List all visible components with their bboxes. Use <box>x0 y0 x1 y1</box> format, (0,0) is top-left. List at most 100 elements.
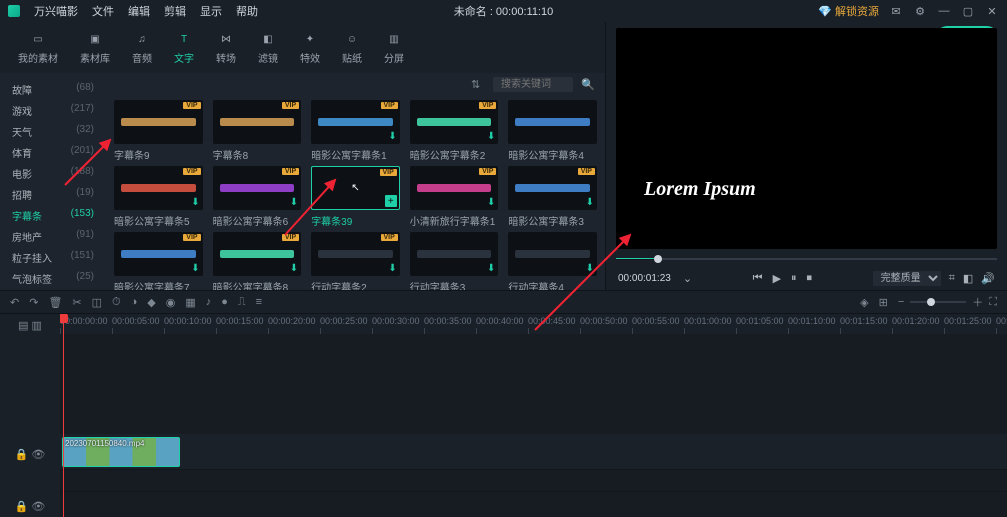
sidebar-item-气泡标签[interactable]: 气泡标签(25) <box>0 268 106 289</box>
asset-thumbnail[interactable]: VIP⬇ <box>410 100 499 144</box>
asset-thumbnail[interactable]: VIP⬇ <box>213 232 302 276</box>
asset-card[interactable]: VIP⬇暗影公寓字幕条5 <box>114 166 203 228</box>
search-input[interactable] <box>493 77 573 92</box>
download-icon[interactable]: ⬇ <box>586 197 594 208</box>
sidebar-item-故障[interactable]: 故障(68) <box>0 79 106 100</box>
download-icon[interactable]: ⬇ <box>586 263 594 274</box>
tab-audio[interactable]: ♫音频 <box>128 28 156 67</box>
sidebar-item-卡通校园[interactable]: 卡通校园(134) <box>0 289 106 290</box>
snapshot-icon[interactable]: ⌗ <box>949 272 955 285</box>
menu-edit[interactable]: 编辑 <box>128 3 150 19</box>
audio-track-1[interactable] <box>60 470 1007 492</box>
min-icon[interactable]: — <box>937 4 951 18</box>
quality-select[interactable]: 完整质量 <box>873 271 941 286</box>
snap-icon[interactable]: ⊞ <box>879 296 888 309</box>
chroma-icon[interactable]: ◉ <box>166 296 176 309</box>
menu-help[interactable]: 帮助 <box>236 3 258 19</box>
speed-icon[interactable]: ⏱ <box>112 296 121 309</box>
asset-card[interactable]: VIP⬇暗影公寓字幕条6 <box>213 166 302 228</box>
asset-thumbnail[interactable]: ⬇ <box>508 232 597 276</box>
zoom-out-icon[interactable]: − <box>898 296 904 308</box>
sidebar-item-体育[interactable]: 体育(201) <box>0 142 106 163</box>
asset-card[interactable]: VIP⬇暗影公寓字幕条3 <box>508 166 597 228</box>
asset-card[interactable]: 暗影公寓字幕条4 <box>508 100 597 162</box>
preview-viewport[interactable]: Lorem Ipsum <box>616 28 997 249</box>
prev-frame-icon[interactable]: ⏮ <box>753 272 763 285</box>
download-icon[interactable]: ⬇ <box>388 263 396 274</box>
download-icon[interactable]: ⬇ <box>191 263 199 274</box>
cut-icon[interactable]: ✂ <box>72 296 81 309</box>
asset-card[interactable]: ⬇行动字幕条3 <box>410 232 499 290</box>
asset-card[interactable]: VIP⬇小清新旅行字幕条1 <box>410 166 499 228</box>
download-icon[interactable]: ⬇ <box>290 197 298 208</box>
download-icon[interactable]: ⬇ <box>191 197 199 208</box>
download-icon[interactable]: ⬇ <box>388 131 396 142</box>
time-ruler[interactable]: 00:00:00:0000:00:05:0000:00:10:0000:00:1… <box>60 314 1007 334</box>
asset-card[interactable]: VIP⬇暗影公寓字幕条1 <box>311 100 400 162</box>
preview-progress[interactable] <box>616 251 997 267</box>
menu-view[interactable]: 显示 <box>200 3 222 19</box>
asset-card[interactable]: VIP⬇暗影公寓字幕条7 <box>114 232 203 290</box>
asset-grid[interactable]: VIP字幕条9VIP字幕条8VIP⬇暗影公寓字幕条1VIP⬇暗影公寓字幕条2暗影… <box>106 96 605 290</box>
asset-thumbnail[interactable]: VIP⬇ <box>311 100 400 144</box>
tab-effect[interactable]: ✦特效 <box>296 28 324 67</box>
download-icon[interactable]: ⬇ <box>290 263 298 274</box>
asset-thumbnail[interactable]: VIP⬇ <box>114 166 203 210</box>
asset-thumbnail[interactable]: VIP⬇ <box>213 166 302 210</box>
sidebar-item-电影[interactable]: 电影(188) <box>0 163 106 184</box>
pause-icon[interactable]: ⏸ <box>791 272 797 285</box>
message-icon[interactable]: ✉ <box>889 4 903 18</box>
timeline[interactable]: ▤ ▥ 🔒 👁 🔒 👁 00:00:00:0000:00:05:0000:00:… <box>0 314 1007 517</box>
asset-thumbnail[interactable]: VIP⬇ <box>114 232 203 276</box>
sidebar-item-天气[interactable]: 天气(32) <box>0 121 106 142</box>
unlock-resources-button[interactable]: 💎 解锁资源 <box>818 3 879 19</box>
asset-thumbnail[interactable] <box>508 100 597 144</box>
delete-icon[interactable]: 🗑 <box>48 296 62 309</box>
tab-transition[interactable]: ⋈转场 <box>212 28 240 67</box>
video-clip[interactable]: 20230701150840.mp4 <box>62 437 180 467</box>
color-icon[interactable]: ◑ <box>131 296 138 309</box>
asset-card[interactable]: VIP⬇暗影公寓字幕条2 <box>410 100 499 162</box>
zoom-fit-icon[interactable]: ⛶ <box>989 296 997 309</box>
crop-icon[interactable]: ◫ <box>92 296 102 309</box>
tab-split[interactable]: ▥分屏 <box>380 28 408 67</box>
asset-thumbnail[interactable]: ⬇ <box>410 232 499 276</box>
keyframe-icon[interactable]: ◆ <box>147 296 155 309</box>
asset-thumbnail[interactable]: VIP⬇ <box>410 166 499 210</box>
video-track-1[interactable]: 20230701150840.mp4 <box>60 434 1007 470</box>
settings-icon[interactable]: ⚙ <box>913 4 927 18</box>
asset-card[interactable]: VIP字幕条8 <box>213 100 302 162</box>
max-icon[interactable]: ▢ <box>961 4 975 18</box>
mixer-icon[interactable]: ⎍ <box>238 296 246 309</box>
category-sidebar[interactable]: 故障(68)游戏(217)天气(32)体育(201)电影(188)招聘(19)字… <box>0 73 106 290</box>
menu-file[interactable]: 文件 <box>92 3 114 19</box>
playhead[interactable] <box>63 314 64 517</box>
asset-card[interactable]: VIP+↖字幕条39 <box>311 166 400 228</box>
asset-thumbnail[interactable]: VIP <box>114 100 203 144</box>
more-icon[interactable]: ≡ <box>256 296 262 309</box>
chevron-down-icon[interactable]: ⌄ <box>683 272 692 285</box>
marker-add-icon[interactable]: ◈ <box>860 296 868 309</box>
tab-media[interactable]: ▭我的素材 <box>14 28 62 67</box>
tab-stock[interactable]: ▣素材库 <box>76 28 114 67</box>
sort-icon[interactable]: ⇅ <box>471 78 485 92</box>
menu-clip[interactable]: 剪辑 <box>164 3 186 19</box>
tab-filter[interactable]: ◧滤镜 <box>254 28 282 67</box>
asset-thumbnail[interactable]: VIP <box>213 100 302 144</box>
sidebar-item-招聘[interactable]: 招聘(19) <box>0 184 106 205</box>
asset-thumbnail[interactable]: VIP⬇ <box>508 166 597 210</box>
download-icon[interactable]: ⬇ <box>487 131 495 142</box>
track-options-icon[interactable]: ▤ ▥ <box>0 314 60 336</box>
asset-card[interactable]: ⬇行动字幕条4 <box>508 232 597 290</box>
download-icon[interactable]: ⬇ <box>487 197 495 208</box>
tab-sticker[interactable]: ☺贴纸 <box>338 28 366 67</box>
progress-knob[interactable] <box>654 255 662 263</box>
stop-icon[interactable]: ⏹ <box>807 272 813 285</box>
volume-icon[interactable]: 🔊 <box>981 272 995 285</box>
sidebar-item-房地产[interactable]: 房地产(91) <box>0 226 106 247</box>
play-icon[interactable]: ▶ <box>773 272 781 285</box>
asset-thumbnail[interactable]: VIP⬇ <box>311 232 400 276</box>
zoom-in-icon[interactable]: ＋ <box>972 294 983 310</box>
marker-icon[interactable]: ◧ <box>963 272 973 285</box>
close-icon[interactable]: ✕ <box>985 4 999 18</box>
